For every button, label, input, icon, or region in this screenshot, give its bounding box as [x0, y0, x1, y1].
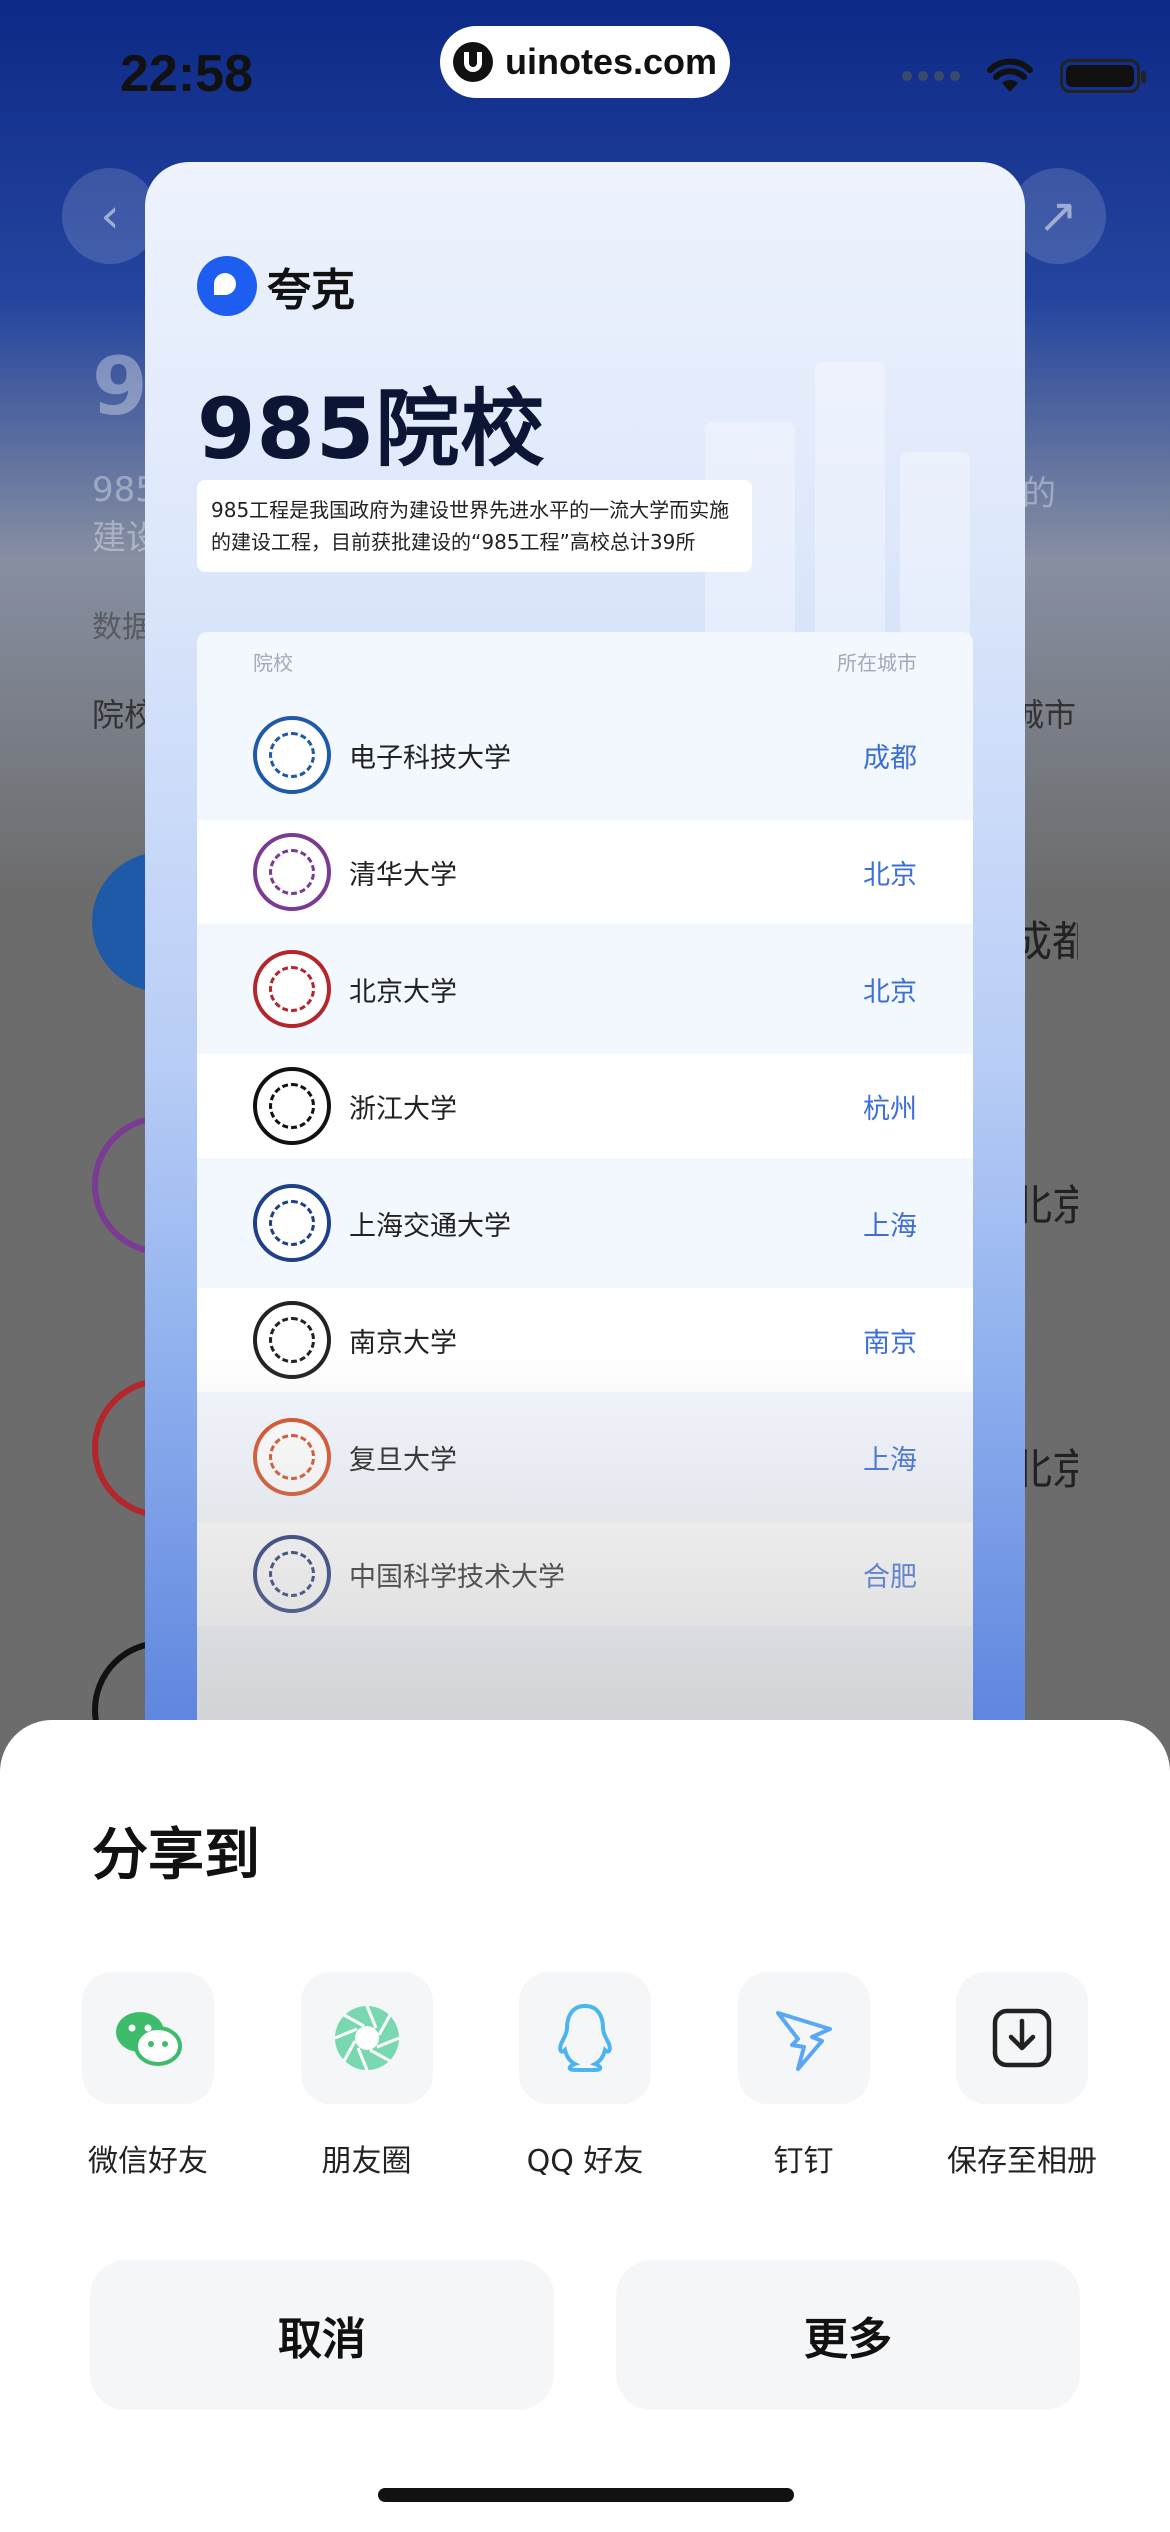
bg-column-left: 院校	[92, 696, 152, 734]
sheet-title: 分享到	[92, 1823, 260, 1888]
more-button[interactable]: 更多	[616, 2260, 1080, 2410]
qq-icon[interactable]	[519, 1972, 651, 2104]
site-logo-icon	[452, 42, 493, 82]
url-text: uinotes.com	[504, 41, 718, 82]
share-targets: 微信好友 朋友圈 QQ 好友 钉钉 保存至相册	[48, 1972, 1122, 2180]
university-name: 复旦大学	[349, 1444, 457, 1476]
table-row: 北京大学 北京	[197, 924, 973, 1054]
university-logo-icon	[253, 716, 331, 794]
table-row: 上海交通大学 上海	[197, 1158, 973, 1288]
share-qq[interactable]: QQ 好友	[485, 1972, 685, 2180]
brand-name: 夸克	[267, 265, 355, 316]
university-city: 北京	[863, 859, 917, 891]
url-pill[interactable]: uinotes.com	[440, 26, 730, 98]
university-city: 合肥	[863, 1561, 917, 1593]
wifi-icon	[987, 58, 1033, 92]
university-city: 成都	[863, 742, 917, 774]
share-save-album[interactable]: 保存至相册	[922, 1972, 1122, 2180]
share-dingtalk-label: 钉钉	[773, 2144, 834, 2179]
university-city: 上海	[863, 1444, 917, 1476]
university-name: 北京大学	[349, 976, 457, 1008]
university-logo-icon	[253, 1301, 331, 1379]
table-row: 南京大学 南京	[197, 1288, 973, 1392]
university-logo-icon	[253, 1184, 331, 1262]
share-qq-label: QQ 好友	[526, 2144, 644, 2179]
university-name: 中国科学技术大学	[349, 1561, 565, 1593]
share-dingtalk[interactable]: 钉钉	[704, 1972, 904, 2180]
status-icons	[902, 58, 1146, 94]
share-sheet: 分享到 微信好友 朋友圈 QQ 好友 钉钉 保存至相册 取消 更多	[0, 1720, 1170, 2532]
university-logo-icon	[253, 833, 331, 911]
bg-source: 数据	[92, 610, 152, 645]
university-name: 浙江大学	[349, 1093, 457, 1125]
quark-logo-icon	[197, 256, 257, 316]
university-name: 电子科技大学	[349, 742, 511, 774]
dingtalk-icon[interactable]	[737, 1972, 870, 2104]
table-row: 浙江大学 杭州	[197, 1054, 973, 1158]
card-description: 985工程是我国政府为建设世界先进水平的一流大学而实施的建设工程，目前获批建设的…	[197, 480, 752, 572]
university-name: 南京大学	[349, 1327, 457, 1359]
university-logo-icon	[253, 1535, 331, 1613]
share-moments-label: 朋友圈	[321, 2144, 412, 2179]
university-city: 杭州	[863, 1093, 917, 1125]
wechat-icon[interactable]	[82, 1972, 214, 2104]
university-name: 清华大学	[349, 859, 457, 891]
share-wechat-label: 微信好友	[88, 2144, 208, 2179]
bg-desc-right: 的	[1022, 474, 1056, 514]
header-university: 院校	[253, 650, 293, 675]
status-time: 22:58	[120, 45, 253, 103]
university-logo-icon	[253, 1418, 331, 1496]
header-city: 所在城市	[837, 650, 917, 675]
university-logo-icon	[253, 950, 331, 1028]
table-header: 院校 所在城市	[197, 632, 973, 690]
home-indicator	[378, 2488, 794, 2502]
moments-icon[interactable]	[300, 1972, 433, 2104]
cancel-button[interactable]: 取消	[90, 2260, 554, 2410]
card-title: 985院校	[197, 380, 546, 478]
signal-icon	[902, 71, 960, 81]
share-wechat[interactable]: 微信好友	[48, 1972, 248, 2180]
brand: 夸克	[197, 254, 355, 318]
share-moments[interactable]: 朋友圈	[267, 1972, 467, 2180]
table-row: 电子科技大学 成都	[197, 690, 973, 820]
university-logo-icon	[253, 1067, 331, 1145]
back-button[interactable]: ‹	[62, 168, 158, 264]
share-save-label: 保存至相册	[947, 2144, 1097, 2179]
university-city: 上海	[863, 1210, 917, 1242]
university-name: 上海交通大学	[349, 1210, 511, 1242]
table-row: 清华大学 北京	[197, 820, 973, 924]
table-row: 中国科学技术大学 合肥	[197, 1522, 973, 1626]
university-city: 南京	[863, 1327, 917, 1359]
university-city: 北京	[863, 976, 917, 1008]
table-row: 复旦大学 上海	[197, 1392, 973, 1522]
university-table: 院校 所在城市 电子科技大学 成都 清华大学 北京 北京大学 北京 浙江大学 杭州 上海交通大学…	[197, 632, 973, 1722]
share-card-preview: 夸克 985院校 985工程是我国政府为建设世界先进水平的一流大学而实施的建设工…	[145, 162, 1025, 1722]
battery-icon	[1060, 59, 1146, 93]
save-icon[interactable]	[956, 1972, 1088, 2104]
